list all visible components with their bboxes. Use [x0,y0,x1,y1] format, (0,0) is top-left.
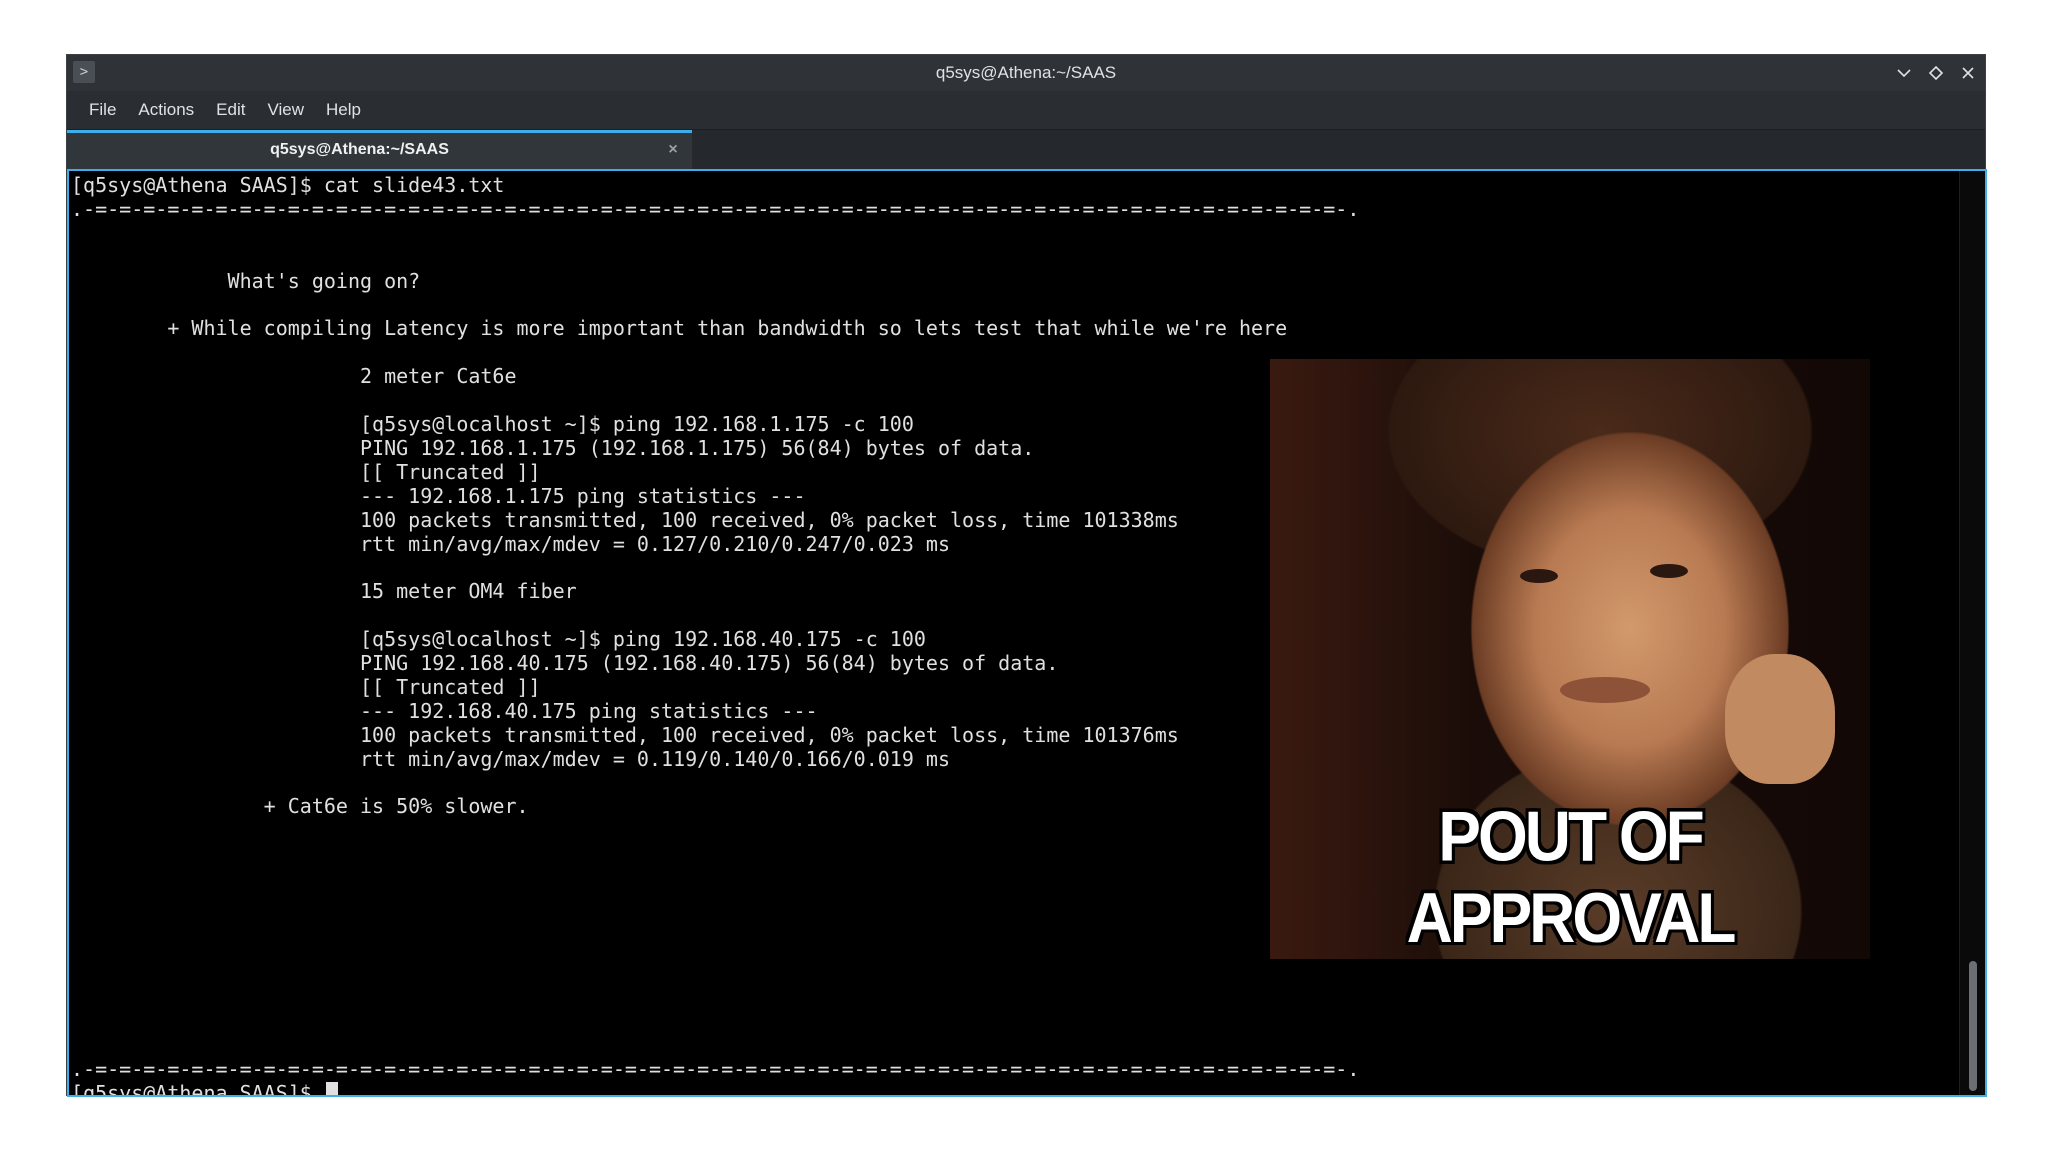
terminal-line: 100 packets transmitted, 100 received, 0… [71,507,1179,532]
terminal-line: [q5sys@localhost ~]$ ping 192.168.1.175 … [71,412,914,436]
window-controls [1893,55,1979,91]
terminal-line: 15 meter OM4 fiber [71,579,577,604]
tab-close-icon[interactable]: × [664,141,682,159]
terminal-line: [[ Truncated ]] [71,674,541,699]
terminal-line: --- 192.168.40.175 ping statistics --- [71,698,818,723]
terminal-line: .-=-=-=-=-=-=-=-=-=-=-=-=-=-=-=-=-=-=-=-… [71,1057,1360,1082]
scrollbar-thumb[interactable] [1969,961,1977,1091]
menu-view[interactable]: View [256,91,315,129]
meme-mouth [1560,677,1650,703]
menu-edit[interactable]: Edit [205,91,256,129]
tab-label: q5sys@Athena:~/SAAS [270,141,449,158]
tab-terminal-session[interactable]: q5sys@Athena:~/SAAS × [67,130,692,170]
terminal-line: rtt min/avg/max/mdev = 0.119/0.140/0.166… [71,746,950,771]
menu-actions[interactable]: Actions [127,91,205,129]
close-icon [1962,67,1974,79]
chevron-down-icon [1897,69,1911,78]
menu-help[interactable]: Help [315,91,372,129]
terminal-line: 100 packets transmitted, 100 received, 0… [71,722,1179,747]
maximize-button[interactable] [1925,62,1947,84]
terminal-line: [q5sys@localhost ~]$ ping 192.168.40.175… [71,627,926,652]
text-cursor [325,1082,338,1095]
minimize-button[interactable] [1893,62,1915,84]
terminal-line: 2 meter Cat6e [71,364,517,389]
terminal-line: [q5sys@Athena SAAS]$ cat slide43.txt [71,173,505,197]
terminal-line: + Cat6e is 50% slower. [71,794,529,819]
terminal-window: > q5sys@Athena:~/SAAS File Actions Edit … [66,54,1987,1097]
meme-eye-left [1520,569,1558,583]
menu-file[interactable]: File [78,91,127,129]
meme-fist [1725,654,1835,784]
terminal-scrollbar[interactable] [1959,171,1985,1095]
diamond-icon [1928,65,1944,81]
terminal-line: PING 192.168.1.175 (192.168.1.175) 56(84… [71,435,1035,460]
terminal-prompt[interactable]: [q5sys@Athena SAAS]$ [71,1081,338,1097]
meme-caption: POUT OF APPROVAL [1406,796,1737,958]
close-button[interactable] [1957,62,1979,84]
tab-bar: q5sys@Athena:~/SAAS × [67,129,1985,170]
terminal-line: [[ Truncated ]] [71,459,541,484]
meme-image: POUT OF APPROVAL [1270,359,1870,959]
title-bar[interactable]: > q5sys@Athena:~/SAAS [67,55,1985,91]
terminal-output[interactable]: [q5sys@Athena SAAS]$ cat slide43.txt .-=-… [67,169,1987,1097]
terminal-line: .-=-=-=-=-=-=-=-=-=-=-=-=-=-=-=-=-=-=-=-… [71,196,1360,221]
terminal-line: PING 192.168.40.175 (192.168.40.175) 56(… [71,651,1059,675]
prompt-text: [q5sys@Athena SAAS]$ [71,1081,324,1097]
meme-eye-right [1650,564,1688,578]
terminal-line: --- 192.168.1.175 ping statistics --- [71,483,806,508]
terminal-line: rtt min/avg/max/mdev = 0.127/0.210/0.247… [71,531,950,556]
terminal-line: + While compiling Latency is more import… [71,316,1288,341]
window-title: q5sys@Athena:~/SAAS [935,63,1117,82]
terminal-line: What's going on? [71,268,421,293]
menu-bar: File Actions Edit View Help [67,91,1985,129]
